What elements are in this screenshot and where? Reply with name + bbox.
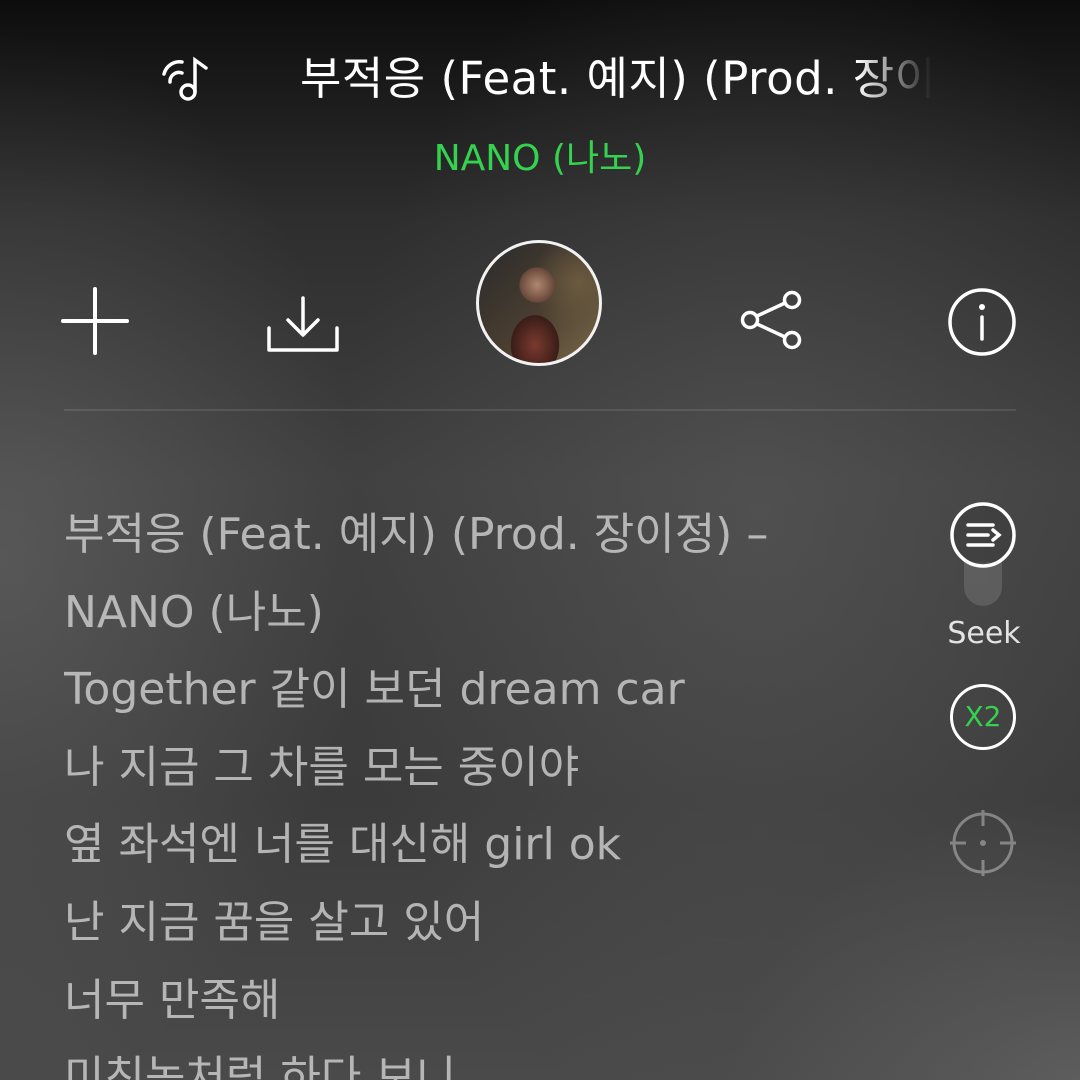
lyric-line: NANO (나노) (64, 586, 324, 638)
lyric-line: 너무 만족해 (64, 974, 281, 1026)
lyric-line: 미친놈처럼 하다 보니 (64, 1052, 457, 1080)
song-title: 부적응 (Feat. 예지) (Prod. 장이정) (300, 52, 932, 105)
artist-name[interactable]: NANO (나노) (0, 134, 1080, 184)
divider (64, 409, 1016, 411)
player-header: 부적응 (Feat. 예지) (Prod. 장이정) NANO (나노) (0, 0, 1080, 200)
plus-icon[interactable] (60, 286, 130, 356)
lyric-line: 나 지금 그 차를 모는 중이야 (64, 741, 580, 793)
speed-icon[interactable]: X2 (950, 684, 1016, 750)
info-icon[interactable] (946, 286, 1018, 358)
lyric-line: 난 지금 꿈을 살고 있어 (64, 896, 485, 948)
side-controls: Seek X2 (938, 500, 1080, 880)
lyrics-panel[interactable]: 부적응 (Feat. 예지) (Prod. 장이정) – NANO (나노) T… (64, 496, 924, 1080)
lyric-line: 부적응 (Feat. 예지) (Prod. 장이정) – (64, 509, 769, 560)
lyric-line: Together 같이 보던 dream car (64, 664, 685, 716)
download-icon[interactable] (266, 294, 340, 354)
share-icon[interactable] (738, 290, 804, 350)
focus-icon[interactable] (948, 808, 1018, 878)
lyric-line: 옆 좌석엔 너를 대신해 girl ok (64, 819, 622, 871)
lyric-mode-icon[interactable] (948, 500, 1018, 570)
album-art[interactable] (476, 240, 602, 366)
song-title-marquee[interactable]: 부적응 (Feat. 예지) (Prod. 장이정) (300, 44, 932, 114)
music-note-icon[interactable] (158, 52, 216, 104)
seek-label: Seek (947, 616, 1021, 651)
